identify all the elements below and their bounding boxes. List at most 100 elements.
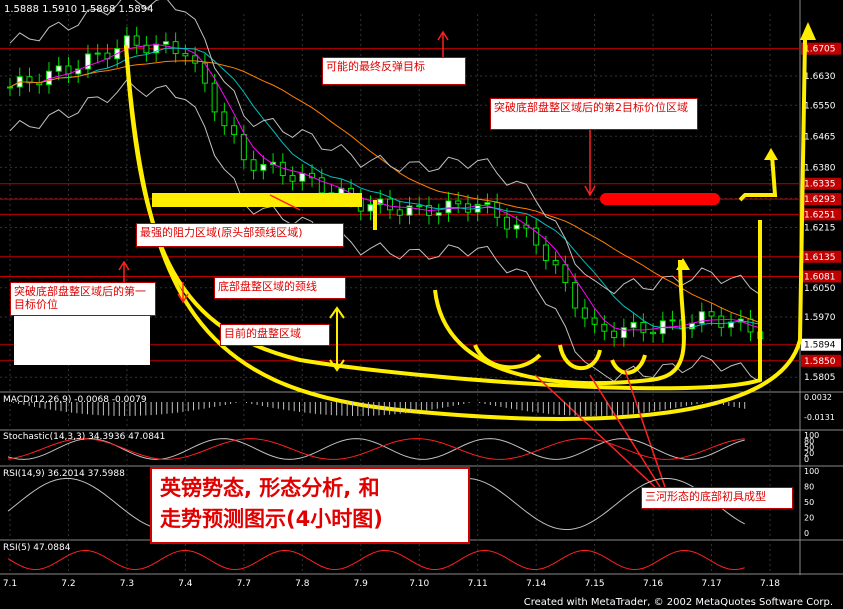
x-tick-label: 7.2 (61, 579, 75, 589)
candle-body (562, 264, 569, 284)
candle-body (211, 82, 218, 113)
x-tick-label: 7.10 (409, 579, 429, 589)
candle-body (55, 65, 62, 72)
candle-body (513, 224, 520, 230)
x-tick-label: 7.9 (354, 579, 369, 589)
arrow-up-icon (437, 30, 449, 60)
level-tag-label: 1.6081 (804, 272, 836, 282)
y-tick-label: 1.5805 (804, 373, 836, 383)
x-tick-label: 7.1 (3, 579, 17, 589)
level-tag-label: 1.6705 (804, 45, 836, 55)
candle-body (65, 65, 72, 75)
y-tick-label: 1.6215 (804, 224, 836, 234)
candle-body (484, 202, 491, 205)
forecast-breakout (738, 154, 778, 202)
annotation-first-target: 突破底部盘整区域后的第一目标价位 (10, 282, 156, 316)
candle-body (387, 198, 393, 211)
level-tag-label: 1.5894 (804, 341, 836, 351)
y-tick-label: 1.6465 (804, 132, 836, 142)
candle-body (552, 260, 559, 266)
rsi5-label: RSI(5) 47.0884 (3, 543, 71, 553)
x-tick-label: 7.15 (585, 579, 605, 589)
candle-body (708, 311, 715, 317)
title-line-1: 英镑势态, 形态分析, 和 (160, 476, 380, 500)
y-tick-label: 1.6050 (804, 284, 836, 294)
y-tick-label: 1.6630 (804, 72, 836, 82)
candle-body (162, 41, 169, 45)
arrow-up-icon (764, 148, 778, 160)
candle-body (289, 175, 296, 182)
candle-body (542, 244, 549, 262)
title-line-2: 走势预测图示(4小时图) (160, 507, 383, 531)
candle-body (503, 216, 510, 230)
level-tag-label: 1.6293 (804, 195, 836, 205)
candle-body (240, 134, 247, 161)
candle-body (260, 164, 267, 171)
resistance-zone (152, 193, 362, 207)
x-tick-label: 7.4 (178, 579, 193, 589)
candle-body (94, 52, 101, 55)
candle-body (192, 55, 199, 64)
macd-tick-label: 0.0032 (804, 393, 832, 402)
osc-tick-label: 20 (804, 514, 814, 523)
y-tick-label: 1.6380 (804, 163, 836, 173)
annotation-rebound-target: 可能的最终反弹目标 (322, 57, 466, 85)
candle-body (630, 321, 637, 329)
chart-title-box: 英镑势态, 形态分析, 和 走势预测图示(4小时图) (150, 467, 470, 544)
stoch-label: Stochastic(14,3,3) 34.3936 47.0841 (3, 432, 166, 442)
candle-body (416, 205, 423, 208)
rsi5-line (7, 549, 745, 571)
x-tick-label: 7.11 (468, 579, 488, 589)
ohlc-readout: 1.5888 1.5910 1.5868 1.5894 (4, 4, 154, 15)
x-tick-label: 7.14 (526, 579, 546, 589)
macd-tick-label: -0.0131 (804, 413, 835, 422)
annotation-strongest-resistance: 最强的阻力区域(原头部颈线区域) (136, 223, 344, 247)
level-tag-label: 1.6335 (804, 180, 836, 190)
level-tag-label: 1.6135 (804, 253, 836, 263)
candle-body (435, 212, 442, 216)
x-tick-label: 7.3 (120, 579, 134, 589)
candle-body (133, 35, 140, 46)
y-tick-label: 1.6550 (804, 101, 836, 111)
candle-body (601, 323, 608, 332)
candle-body (250, 159, 257, 171)
osc-tick-label: 100 (804, 467, 819, 476)
osc-tick-label: 80 (804, 483, 814, 492)
osc-tick-label: 0 (804, 455, 809, 464)
candle-body (572, 282, 579, 309)
candle-body (221, 111, 228, 127)
candle-body (182, 53, 189, 57)
macd-label: MACD(12,26,9) -0.0068 -0.0079 (3, 395, 147, 405)
candle-body (640, 321, 647, 333)
osc-tick-label: 50 (804, 498, 814, 507)
candle-body (650, 331, 657, 335)
candle-body (591, 317, 598, 325)
annotation-second-target: 突破底部盘整区域后的第2目标价位区域 (490, 98, 698, 130)
x-tick-label: 7.17 (702, 579, 722, 589)
level-tag-label: 1.6251 (804, 210, 836, 220)
x-tick-label: 7.16 (643, 579, 663, 589)
arrow-up-icon (800, 22, 816, 40)
target-zone (600, 193, 720, 205)
level-tag-label: 1.5850 (804, 357, 836, 367)
candle-body (620, 327, 627, 339)
rsi14-label: RSI(14,9) 36.2014 37.5988 (3, 469, 125, 479)
candle-body (367, 204, 374, 212)
candle-body (445, 200, 452, 214)
candle-body (7, 86, 13, 89)
annotation-neckline: 底部盘整区域的颈线 (214, 277, 346, 299)
candle-body (669, 319, 676, 322)
y-tick-label: 1.5970 (804, 313, 836, 323)
candle-body (611, 330, 618, 339)
annotation-current-range: 目前的盘整区域 (220, 324, 330, 346)
x-tick-label: 7.7 (237, 579, 251, 589)
candle-body (231, 125, 238, 136)
footer-credit: Created with MetaTrader, © 2002 MetaQuot… (523, 597, 833, 608)
forecast-curve-small (433, 259, 686, 386)
candle-body (718, 315, 725, 328)
blank-panel (14, 316, 150, 365)
band-upper (9, 0, 761, 296)
candle-body (299, 172, 306, 182)
annotation-triple-bottom: 三河形态的底部初具成型 (641, 487, 793, 509)
candle-body (581, 307, 588, 319)
